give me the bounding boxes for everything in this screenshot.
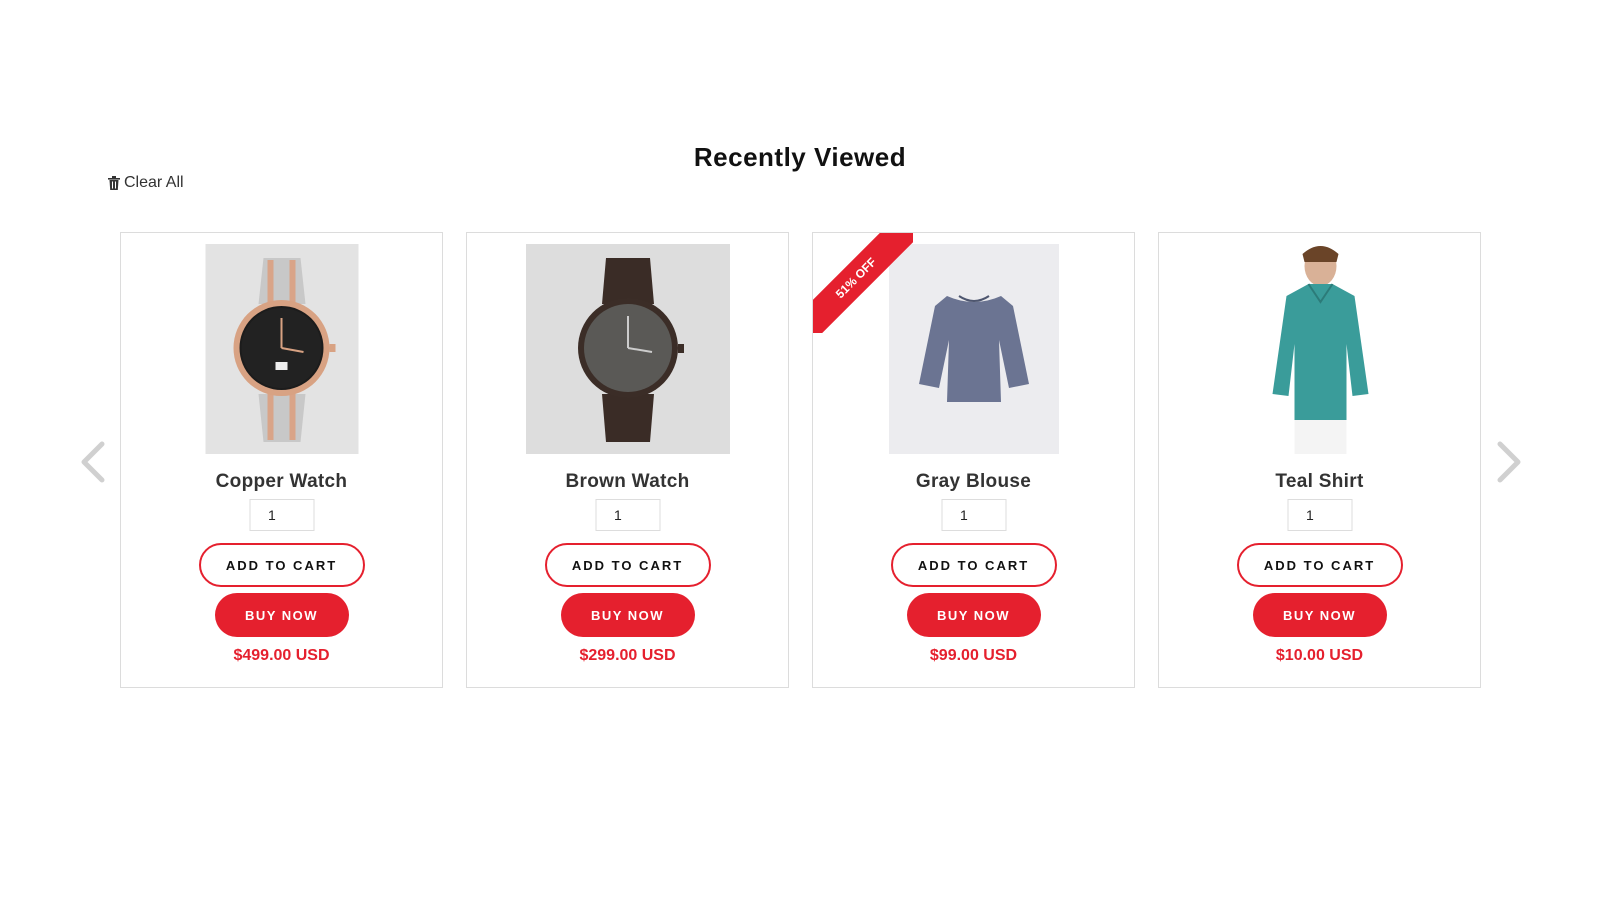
buy-now-button[interactable]: BUY NOW [1252, 593, 1387, 637]
add-to-cart-button[interactable]: ADD TO CART [890, 543, 1057, 587]
product-name[interactable]: Gray Blouse [813, 471, 1134, 493]
product-card: 51% OFF Gray Blouse ADD TO CART BUY NOW … [812, 232, 1135, 688]
product-card: Teal Shirt ADD TO CART BUY NOW $10.00 US… [1158, 232, 1481, 688]
discount-ribbon: 51% OFF [813, 233, 913, 333]
product-image-copper-watch[interactable] [205, 244, 358, 454]
add-to-cart-button[interactable]: ADD TO CART [1236, 543, 1403, 587]
buy-now-button[interactable]: BUY NOW [560, 593, 695, 637]
quantity-input[interactable] [595, 499, 660, 531]
product-price: $299.00 USD [579, 647, 676, 664]
buy-now-button[interactable]: BUY NOW [214, 593, 349, 637]
section-title: Recently Viewed [693, 142, 907, 172]
product-image-gray-blouse[interactable] [888, 244, 1059, 454]
quantity-input[interactable] [249, 499, 314, 531]
discount-badge: 51% OFF [813, 233, 913, 333]
add-to-cart-button[interactable]: ADD TO CART [544, 543, 711, 587]
product-price: $99.00 USD [929, 647, 1018, 664]
quantity-input[interactable] [1287, 499, 1352, 531]
buy-now-button[interactable]: BUY NOW [906, 593, 1041, 637]
product-image-brown-watch[interactable] [525, 244, 730, 454]
chevron-left-icon[interactable] [78, 440, 108, 484]
clear-all-button[interactable]: Clear All [108, 174, 184, 192]
product-card: Copper Watch ADD TO CART BUY NOW $499.00… [120, 232, 443, 688]
chevron-right-icon[interactable] [1494, 440, 1524, 484]
trash-icon [108, 176, 120, 190]
quantity-input[interactable] [941, 499, 1006, 531]
product-carousel: Copper Watch ADD TO CART BUY NOW $499.00… [120, 232, 1481, 688]
clear-all-label: Clear All [124, 174, 184, 191]
add-to-cart-button[interactable]: ADD TO CART [198, 543, 365, 587]
product-price: $499.00 USD [233, 647, 330, 664]
product-name[interactable]: Brown Watch [467, 471, 788, 493]
product-card: Brown Watch ADD TO CART BUY NOW $299.00 … [466, 232, 789, 688]
product-image-teal-shirt[interactable] [1236, 244, 1403, 454]
product-name[interactable]: Teal Shirt [1159, 471, 1480, 493]
product-name[interactable]: Copper Watch [121, 471, 442, 493]
product-price: $10.00 USD [1275, 647, 1364, 664]
